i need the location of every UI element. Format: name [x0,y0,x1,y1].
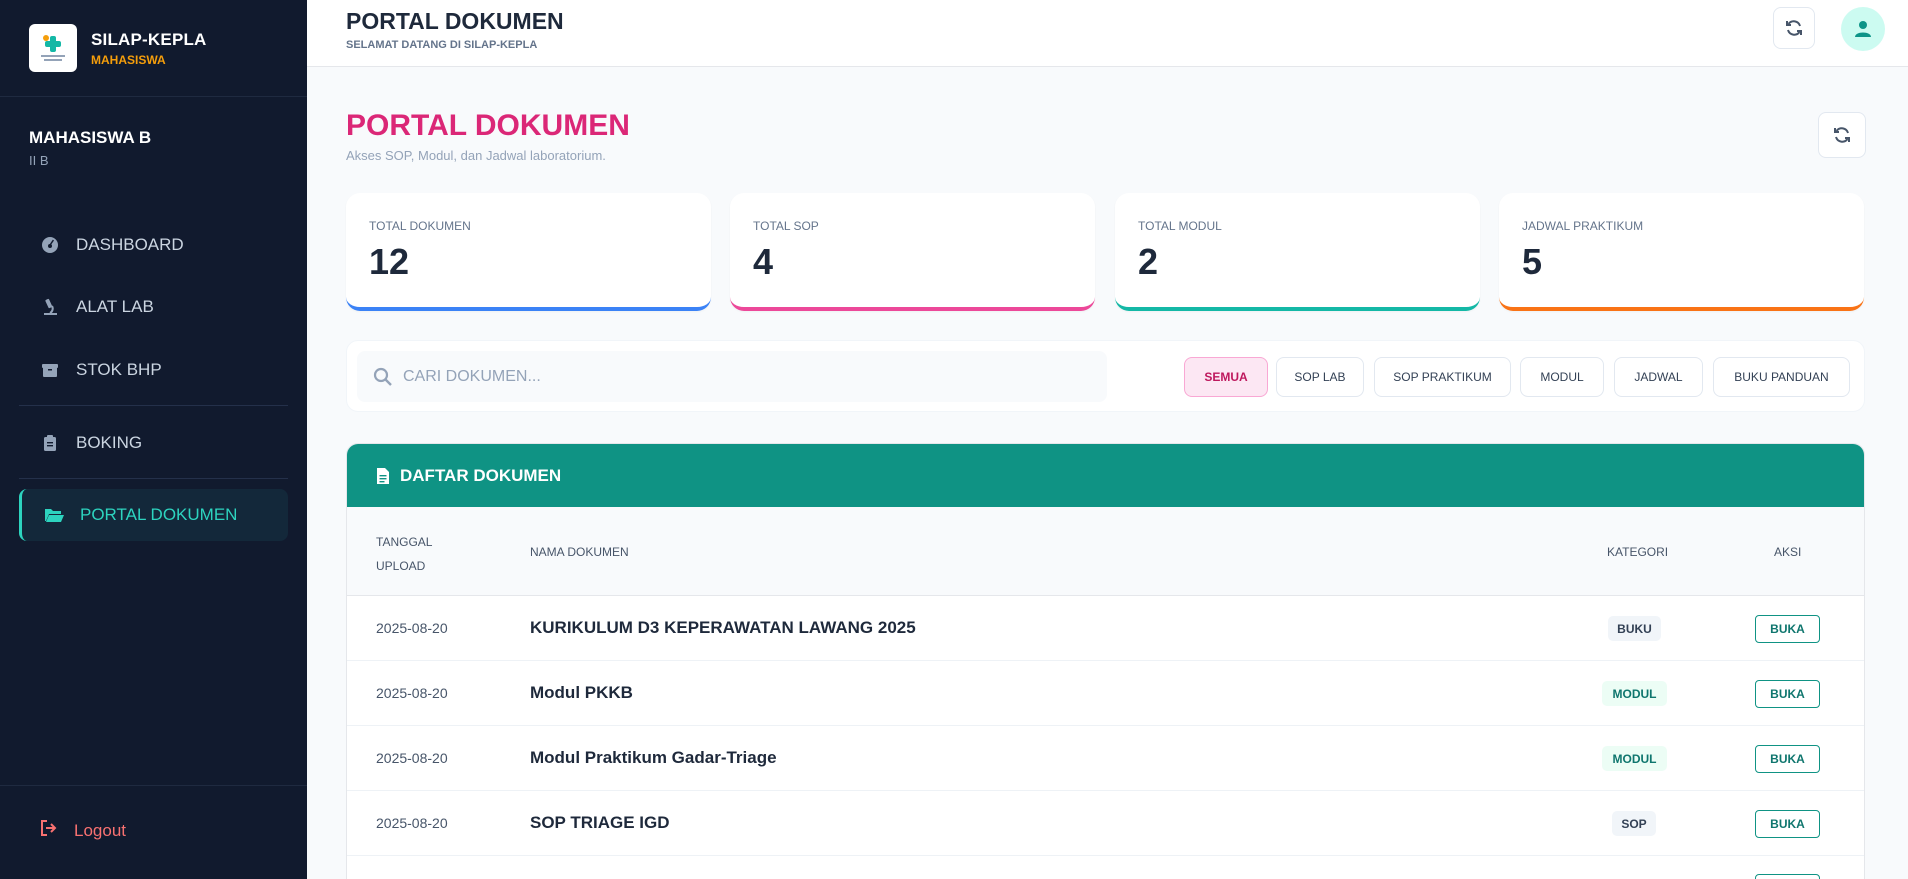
filter-buku-panduan[interactable]: BUKU PANDUAN [1713,357,1850,397]
brand-logo [29,24,77,72]
refresh-icon [1786,20,1802,36]
stat-label: TOTAL DOKUMEN [369,219,471,233]
column-header-date-line2: UPLOAD [376,559,426,573]
table-row: 2025-08-20 KURIKULUM D3 KEPERAWATAN LAWA… [347,596,1864,661]
stat-card-total-sop: TOTAL SOP 4 [730,193,1095,311]
nav-divider [19,478,288,479]
row-date: 2025-08-20 [376,685,448,701]
table-row: 2025-08-20 Modul Praktikum Gadar-Triage … [347,726,1864,791]
topbar-subtitle: SELAMAT DATANG DI SILAP-KEPLA [346,39,538,51]
stat-card-jadwal-praktikum: JADWAL PRAKTIKUM 5 [1499,193,1864,311]
row-document-name: SOP TRIAGE IGD [530,813,670,832]
filter-modul[interactable]: MODUL [1520,357,1604,397]
open-button[interactable]: BUKA [1755,745,1820,773]
column-header-name: NAMA DOKUMEN [530,545,629,559]
sidebar-item-portal-dokumen[interactable]: PORTAL DOKUMEN [19,489,288,541]
topbar: PORTAL DOKUMEN SELAMAT DATANG DI SILAP-K… [307,0,1908,67]
filter-sop-lab[interactable]: SOP LAB [1276,357,1364,397]
row-date: 2025-08-20 [376,750,448,766]
table-row [347,856,1864,879]
open-button[interactable]: BUKA [1755,615,1820,643]
sidebar-item-label: STOK BHP [76,360,162,379]
sidebar-item-stok-bhp[interactable]: STOK BHP [19,344,288,396]
logout-icon [40,820,58,841]
row-date: 2025-08-20 [376,815,448,831]
table-row: 2025-08-20 Modul PKKB MODUL BUKA [347,661,1864,726]
category-badge: SOP [1612,811,1656,836]
document-table: DAFTAR DOKUMEN TANGGAL UPLOAD NAMA DOKUM… [346,443,1865,879]
topbar-title: PORTAL DOKUMEN [346,8,564,34]
table-title: DAFTAR DOKUMEN [400,465,562,485]
sidebar-item-label: DASHBOARD [76,235,184,254]
sidebar-divider [0,785,307,786]
sidebar-item-label: BOKING [76,433,143,452]
stat-value: 4 [753,241,774,282]
sidebar: SILAP-KEPLA MAHASISWA MAHASISWA B II B D… [0,0,307,879]
brand-role: MAHASISWA [91,52,166,67]
search-icon [373,367,393,387]
box-icon [40,360,60,380]
column-header-category: KATEGORI [1607,545,1669,559]
logo-icon [41,35,65,61]
refresh-button[interactable] [1818,112,1866,158]
sidebar-item-label: ALAT LAB [76,297,154,316]
stat-label: TOTAL SOP [753,219,819,233]
stat-value: 12 [369,241,410,282]
stat-value: 2 [1138,241,1159,282]
sidebar-item-dashboard[interactable]: DASHBOARD [19,219,288,271]
logout-label: Logout [74,820,126,840]
stat-card-total-modul: TOTAL MODUL 2 [1115,193,1480,311]
sidebar-item-boking[interactable]: BOKING [19,417,288,469]
category-badge: MODUL [1602,746,1667,771]
category-badge: BUKU [1608,616,1661,641]
column-header-date: TANGGAL UPLOAD [376,530,432,578]
nav-divider [19,405,288,406]
brand-name: SILAP-KEPLA [91,29,207,49]
column-header-action: AKSI [1774,545,1802,559]
filter-sop-praktikum[interactable]: SOP PRAKTIKUM [1374,357,1511,397]
table-row: 2025-08-20 SOP TRIAGE IGD SOP BUKA [347,791,1864,856]
topbar-refresh-button[interactable] [1773,7,1815,49]
stat-label: TOTAL MODUL [1138,219,1222,233]
user-name: MAHASISWA B [29,128,152,147]
search-input[interactable] [403,367,1083,386]
sidebar-item-label: PORTAL DOKUMEN [80,505,238,524]
avatar[interactable] [1841,7,1885,51]
document-icon [376,467,390,485]
filter-jadwal[interactable]: JADWAL [1614,357,1703,397]
stat-value: 5 [1522,241,1543,282]
open-button[interactable] [1755,874,1820,879]
filter-bar: SEMUA SOP LAB SOP PRAKTIKUM MODUL JADWAL… [346,340,1865,412]
search-box [357,351,1107,402]
table-column-headers: TANGGAL UPLOAD NAMA DOKUMEN KATEGORI AKS… [347,507,1864,596]
user-class: II B [29,153,49,168]
stat-card-total-dokumen: TOTAL DOKUMEN 12 [346,193,711,311]
user-icon [1855,21,1871,37]
stat-label: JADWAL PRAKTIKUM [1522,219,1644,233]
logout-button[interactable]: Logout [40,820,126,841]
column-header-date-line1: TANGGAL [376,535,433,549]
open-button[interactable]: BUKA [1755,810,1820,838]
row-document-name: Modul Praktikum Gadar-Triage [530,748,777,767]
microscope-icon [40,297,60,317]
page-subtitle: Akses SOP, Modul, dan Jadwal laboratoriu… [346,148,606,163]
dashboard-icon [40,235,60,255]
page-title: PORTAL DOKUMEN [346,109,630,142]
open-button[interactable]: BUKA [1755,680,1820,708]
refresh-icon [1834,127,1850,143]
clipboard-icon [40,433,60,453]
table-header: DAFTAR DOKUMEN [347,444,1864,507]
row-date: 2025-08-20 [376,620,448,636]
brand: SILAP-KEPLA MAHASISWA [0,0,307,97]
category-badge: MODUL [1602,681,1667,706]
row-document-name: Modul PKKB [530,683,633,702]
row-document-name: KURIKULUM D3 KEPERAWATAN LAWANG 2025 [530,618,916,637]
filter-semua[interactable]: SEMUA [1184,357,1268,397]
folder-open-icon [44,505,64,525]
sidebar-item-alat-lab[interactable]: ALAT LAB [19,281,288,333]
